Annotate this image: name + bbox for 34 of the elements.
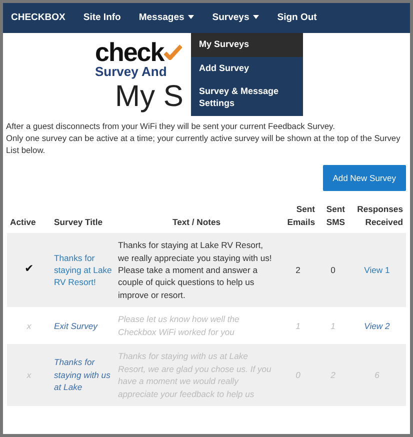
nav-link[interactable]: Sign Out (277, 10, 317, 26)
column-header: Active (7, 199, 51, 234)
table-cell: 1 (278, 307, 318, 344)
column-header: Sent Emails (278, 199, 318, 234)
active-mark: ✔ (7, 233, 51, 308)
intro-text: After a guest disconnects from your WiFi they will be sent your current Feedback Survey. (5, 120, 336, 132)
table-cell: 0 (318, 233, 348, 308)
nav-link[interactable]: Site Info (83, 10, 121, 26)
active-mark: x (7, 307, 51, 344)
intro-text: Only one survey can be active at a time; your currently active survey will be shown at the top of the Survey List below. (5, 132, 402, 157)
table-cell: Please let us know how well the Checkbox WiFi worked for you (115, 307, 278, 344)
view-responses-link[interactable]: View 1 (364, 265, 390, 275)
table-cell: 2 (278, 233, 318, 308)
brand-link[interactable]: CHECKBOX (11, 10, 66, 26)
menu-item[interactable]: Survey & Message Settings (191, 80, 303, 116)
column-header: Sent SMS (318, 199, 348, 234)
checkmark-icon (164, 44, 182, 60)
survey-title-link[interactable]: Exit Survey (54, 320, 112, 332)
view-responses-link[interactable]: View 2 (364, 320, 390, 331)
nav-link[interactable]: Surveys (212, 10, 260, 26)
caret-icon (188, 15, 194, 20)
nav-link[interactable]: Messages (138, 10, 194, 26)
column-header: Text / Notes (115, 199, 278, 234)
logo-wordmark: check (95, 39, 164, 65)
table-cell: Thanks for staying at Lake RV Resort, we really appreciate you staying with us! Please take a moment and answer a couple of quick questions to help us improve or resort. (115, 233, 278, 308)
logo-tagline: Survey And (95, 65, 167, 78)
table-cell: 1 (318, 307, 348, 344)
menu-item[interactable]: My Surveys (191, 33, 303, 57)
caret-icon (253, 15, 260, 20)
menu-item[interactable]: Add Survey (191, 56, 303, 80)
page-title: My S (115, 82, 184, 112)
column-header: Responses Received (348, 199, 406, 234)
column-header: Survey Title (51, 199, 115, 234)
add-survey-button[interactable]: Add New Survey (322, 164, 406, 192)
